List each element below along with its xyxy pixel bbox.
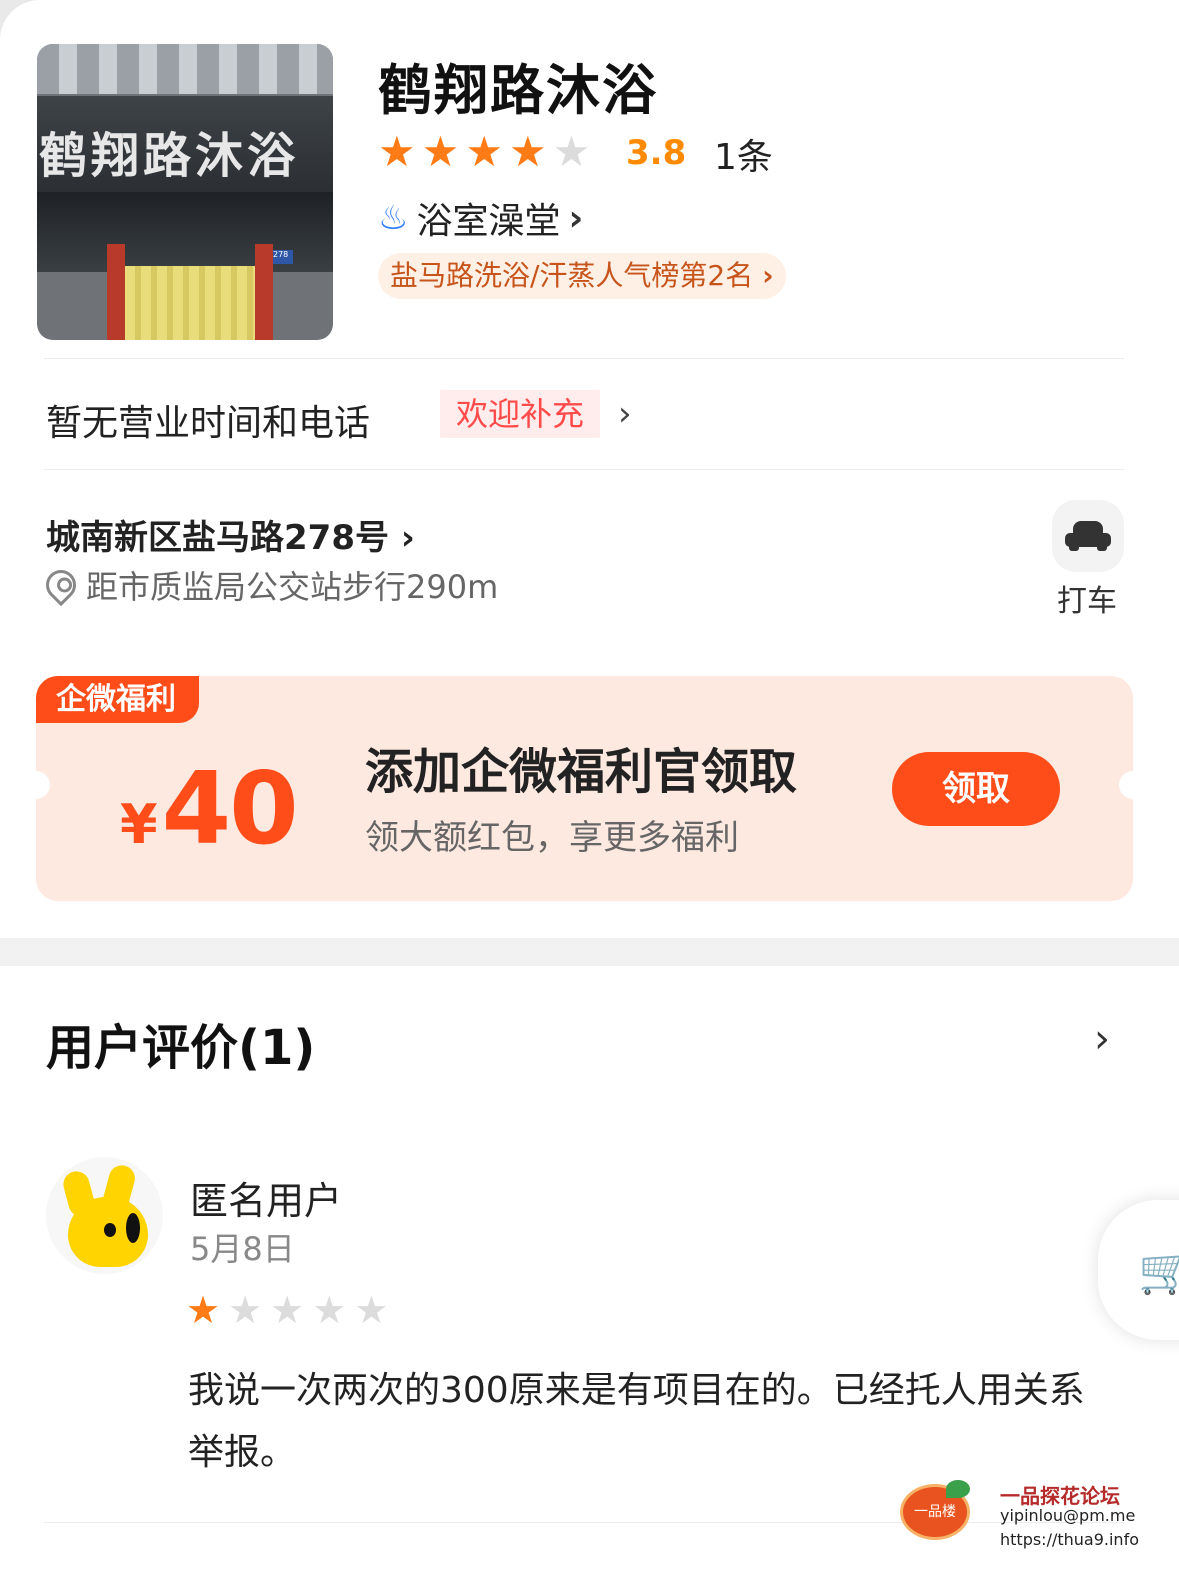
distance-row: 距市质监局公交站步行290m (39, 562, 499, 608)
review-date: 5月8日 (190, 1230, 295, 1268)
review-rating-stars: ★ ★ ★ ★ ★ (186, 1290, 388, 1330)
hours-phone-text: 暂无营业时间和电话 (46, 403, 371, 444)
hot-spring-icon: ♨ (378, 198, 409, 238)
shop-category-link[interactable]: ♨ 浴室澡堂 › (378, 192, 583, 244)
coupon-title: 添加企微福利官领取 (365, 744, 798, 800)
star-icon: ★ (270, 1288, 305, 1332)
address-text: 城南新区盐马路278号 (46, 518, 389, 558)
shop-category-label: 浴室澡堂 (416, 201, 561, 242)
avatar[interactable] (46, 1157, 163, 1274)
divider (44, 469, 1124, 470)
coupon-currency: ¥ (120, 793, 158, 856)
taxi-button[interactable] (1052, 500, 1124, 572)
chevron-right-icon: › (400, 518, 415, 558)
distance-text: 距市质监局公交站步行290m (86, 568, 499, 606)
photo-shop-sign: 鹤翔路沐浴 (37, 96, 333, 192)
photo-address-plate: 278 (273, 250, 293, 264)
star-icon: ★ (508, 127, 547, 176)
rank-badge-label: 盐马路洗浴/汗蒸人气榜第2名 (390, 259, 754, 292)
star-icon: ★ (312, 1288, 347, 1332)
coupon-subtitle: 领大额红包，享更多福利 (365, 818, 739, 858)
claim-button[interactable]: 领取 (892, 752, 1060, 826)
taxi-label[interactable]: 打车 (1057, 576, 1117, 620)
rank-badge[interactable]: 盐马路洗浴/汗蒸人气榜第2名 › (378, 253, 786, 299)
location-pin-icon (39, 563, 83, 607)
star-icon: ★ (378, 127, 416, 176)
chevron-right-icon: › (568, 197, 584, 239)
car-icon (1065, 521, 1111, 551)
chevron-right-icon: › (762, 259, 774, 292)
add-info-button[interactable]: 欢迎补充 (440, 390, 601, 438)
coupon-notch (36, 771, 50, 799)
shop-rating-stars: ★ ★ ★ ★ ★ (378, 130, 590, 174)
photo-red-post-right (255, 244, 273, 340)
chevron-right-icon[interactable]: › (618, 394, 632, 434)
shop-photo[interactable]: 鹤翔路沐浴 278 (37, 44, 333, 340)
photo-building-windows (37, 44, 333, 94)
coupon-tag: 企微福利 (36, 676, 199, 723)
shop-name: 鹤翔路沐浴 (378, 59, 658, 122)
photo-door-curtain (125, 266, 255, 340)
cart-icon: 🛒 (1138, 1246, 1179, 1297)
star-icon: ★ (421, 127, 460, 176)
shop-rating-score: 3.8 (626, 133, 687, 173)
review-username: 匿名用户 (190, 1179, 343, 1223)
star-icon: ★ (228, 1288, 263, 1332)
star-icon: ★ (354, 1288, 389, 1332)
watermark-leaf-icon (946, 1480, 970, 1498)
divider (44, 358, 1124, 359)
review-text[interactable]: 我说一次两次的300原来是有项目在的。已经托人用关系举报。 (188, 1360, 1118, 1484)
coupon-notch (1119, 771, 1133, 799)
coupon-price: ¥ 40 (120, 750, 299, 867)
reviews-header[interactable]: 用户评价(1) (46, 1008, 315, 1078)
coupon-amount: 40 (161, 750, 299, 867)
star-icon: ★ (465, 127, 503, 176)
section-separator (0, 938, 1179, 966)
chevron-right-icon[interactable]: › (1094, 1016, 1110, 1062)
watermark-title: 一品探花论坛 (1000, 1484, 1120, 1508)
address-link[interactable]: 城南新区盐马路278号 › (46, 510, 415, 559)
star-icon: ★ (186, 1288, 221, 1332)
photo-red-post-left (107, 244, 125, 340)
watermark-url: https://thua9.info (1000, 1530, 1139, 1549)
floating-cart-button[interactable]: 🛒 (1098, 1200, 1179, 1340)
watermark-email: yipinlou@pm.me (1000, 1506, 1136, 1525)
star-icon: ★ (552, 127, 591, 176)
shop-review-count[interactable]: 1条 (714, 128, 773, 180)
